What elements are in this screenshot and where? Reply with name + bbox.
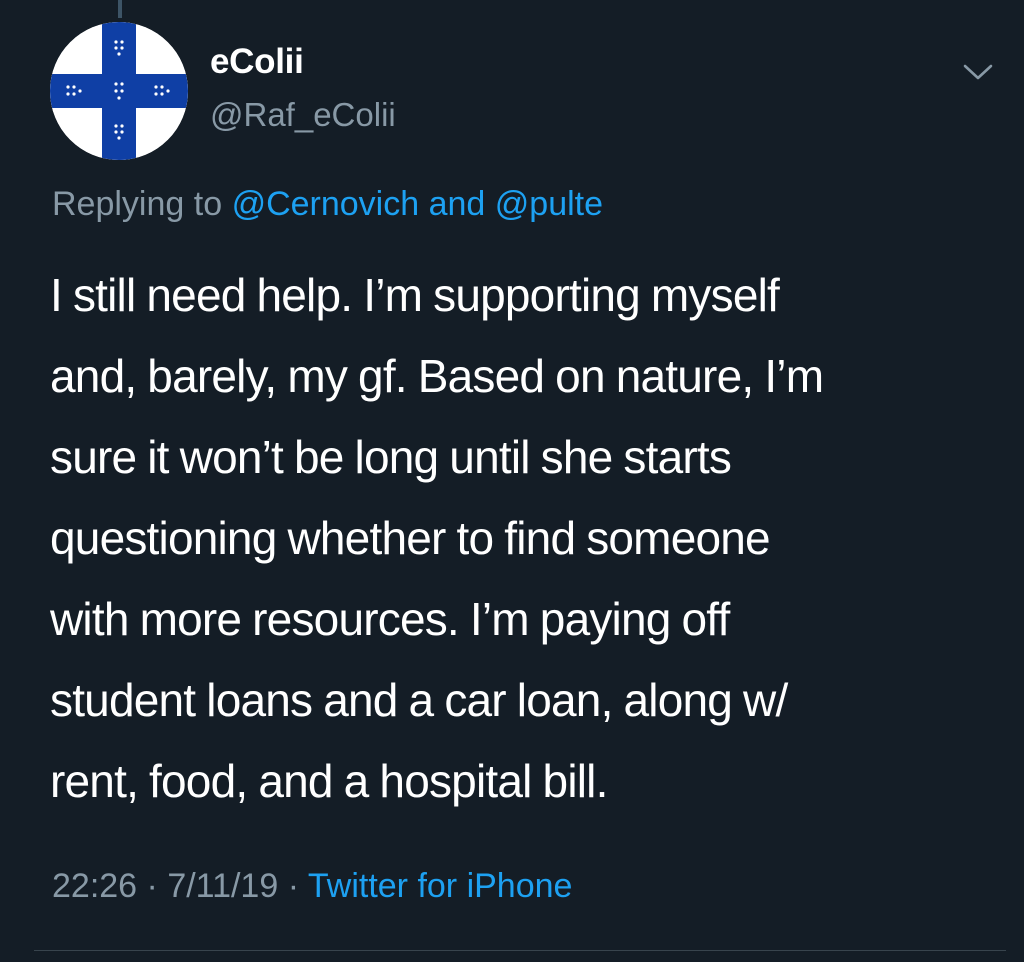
divider [34,950,1006,951]
meta-separator: · [146,867,158,905]
tweet-date: 7/11/19 [167,867,279,905]
replying-to-label: Replying to [52,185,223,223]
tweet-time: 22:26 [52,867,138,905]
tweet-source-link[interactable]: Twitter for iPhone [308,867,573,905]
tweet-text-line: sure it won’t be long until she starts [50,431,732,483]
tweet-text-line: rent, food, and a hospital bill. [50,755,608,807]
replying-to-line: Replying to @Cernovich and @pulte [52,184,603,225]
replying-to-conjunction: and [428,185,486,223]
tweet-text-line: and, barely, my gf. Based on nature, I’m [50,350,824,402]
flag-avatar-icon [50,22,188,160]
thread-connector-line [118,0,122,18]
display-name[interactable]: eColii [210,44,304,79]
mention-link-cernovich[interactable]: @Cernovich [232,185,420,223]
tweet-text-line: I still need help. I’m supporting myself [50,269,780,321]
tweet-text-line: with more resources. I’m paying off [50,593,730,645]
meta-separator: · [287,867,300,905]
tweet-text: I still need help. I’m supporting myself… [50,255,980,822]
user-handle[interactable]: @Raf_eColii [210,98,396,131]
chevron-down-icon [963,64,993,80]
mention-link-pulte[interactable]: @pulte [495,185,603,223]
tweet-text-line: student loans and a car loan, along w/ [50,674,788,726]
tweet-text-line: questioning whether to find someone [50,512,771,564]
avatar[interactable] [50,22,188,160]
tweet-menu-button[interactable] [960,56,996,86]
tweet-metadata: 22:26 · 7/11/19 · Twitter for iPhone [52,866,572,907]
